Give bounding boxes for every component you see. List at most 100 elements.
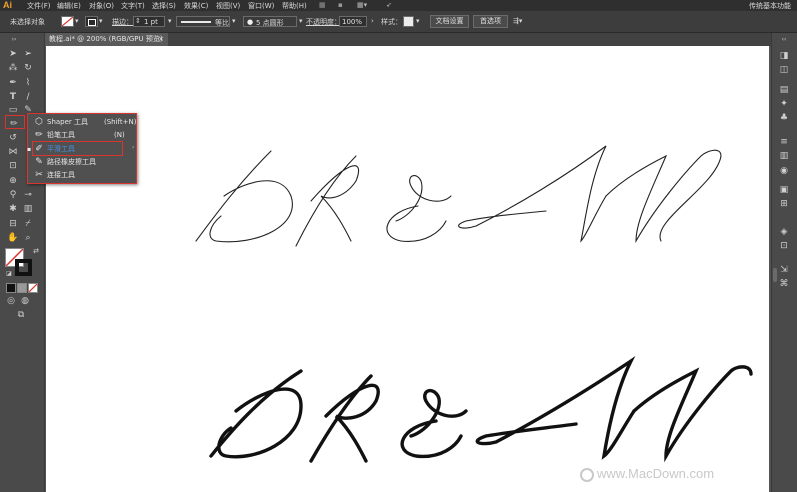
graphic-styles-panel-icon[interactable]: ⊞ — [778, 199, 790, 209]
asset-export-icon[interactable]: ⇲ — [778, 265, 790, 275]
magic-wand-tool-icon[interactable]: ⁂ — [7, 63, 19, 73]
direct-selection-tool-icon[interactable]: ➢ — [22, 49, 34, 59]
line-segment-tool-icon[interactable]: / — [22, 92, 34, 102]
eyedropper-tool-icon[interactable]: ⚲ — [7, 190, 19, 200]
style-swatch[interactable] — [403, 16, 414, 27]
pen-tool-icon[interactable]: ✒ — [7, 78, 19, 88]
curvature-tool-icon[interactable]: ⌇ — [22, 78, 34, 88]
stroke-swatch[interactable] — [85, 16, 98, 27]
artboard-tool-icon[interactable]: ⊟ — [7, 219, 19, 229]
links-panel-icon[interactable]: ⌘ — [778, 279, 790, 289]
default-colors-icon[interactable]: ◪ — [3, 269, 15, 279]
join-icon: ✂ — [35, 170, 43, 180]
style-dropdown-icon[interactable]: ▾ — [416, 17, 420, 25]
fill-dropdown-icon[interactable]: ▾ — [75, 17, 79, 25]
menu-help[interactable]: 帮助(H) — [282, 1, 307, 11]
document-tab[interactable]: 教程.ai* @ 200% (RGB/GPU 预览) × — [45, 33, 168, 46]
shape-builder-tool-icon[interactable]: ⊕ — [7, 176, 19, 186]
swap-colors-icon[interactable]: ⇄ — [30, 246, 42, 256]
rectangle-tool-icon[interactable]: ▭ — [7, 105, 19, 115]
selection-tool-icon[interactable]: ➤ — [7, 49, 19, 59]
opacity-arrow-icon[interactable]: › — [371, 17, 374, 25]
menu-type[interactable]: 文字(T) — [121, 1, 145, 11]
opacity-field[interactable]: 100% — [339, 16, 367, 27]
preferences-button[interactable]: 首选项 — [473, 15, 508, 28]
stroke-panel-icon[interactable]: ≡ — [778, 137, 790, 147]
arrange-icon[interactable]: ⇶▾ — [513, 17, 522, 25]
workspace-switcher[interactable]: 传统基本功能 — [749, 1, 791, 11]
menu-view[interactable]: 视图(V) — [216, 1, 240, 11]
screen-mode-icon[interactable]: ⧉ — [15, 310, 27, 320]
variable-width-profile[interactable]: 等比 — [176, 16, 230, 27]
flyout-item-join[interactable]: ✂ 连接工具 — [28, 169, 136, 182]
gradient-panel-icon[interactable]: ▥ — [778, 151, 790, 161]
color-guide-icon[interactable]: ◫ — [778, 65, 790, 75]
stroke-color-swatch[interactable] — [15, 259, 32, 276]
draw-normal-icon[interactable]: ◎ — [5, 296, 17, 306]
arrange-documents-icon[interactable]: ▦▾ — [357, 1, 367, 9]
path-eraser-icon: ✎ — [35, 157, 43, 167]
dock-collapse-icon[interactable]: ‹‹ — [778, 35, 790, 45]
color-mode-icon[interactable] — [6, 283, 16, 293]
stock-icon[interactable]: ▪ — [338, 1, 343, 9]
scrollbar-thumb[interactable] — [773, 268, 777, 282]
dream-thin-strokes[interactable] — [195, 145, 722, 247]
stroke-label[interactable]: 描边： — [112, 17, 133, 27]
menu-edit[interactable]: 编辑(E) — [57, 1, 81, 11]
opacity-label[interactable]: 不透明度： — [306, 17, 341, 27]
profile-dropdown-icon[interactable]: ▾ — [232, 17, 236, 25]
menu-select[interactable]: 选择(S) — [152, 1, 176, 11]
none-mode-slash-icon — [29, 284, 37, 292]
blend-tool-icon[interactable]: ⊸ — [22, 190, 34, 200]
flyout-item-label: Shaper 工具 — [47, 118, 89, 126]
menu-effect[interactable]: 效果(C) — [184, 1, 208, 11]
rotate-tool-icon[interactable]: ↺ — [7, 133, 19, 143]
stroke-swatch-inner — [88, 19, 96, 26]
dream-bold-strokes[interactable] — [209, 356, 753, 463]
close-tab-icon[interactable]: × — [158, 33, 164, 46]
hand-tool-icon[interactable]: ✋ — [7, 233, 19, 243]
color-panel-icon[interactable]: ◨ — [778, 51, 790, 61]
layers-panel-icon[interactable]: ◈ — [778, 227, 790, 237]
flyout-item-shortcut: (Shift+N) — [104, 118, 137, 126]
lasso-tool-icon[interactable]: ↻ — [22, 63, 34, 73]
brushes-panel-icon[interactable]: ✦ — [778, 99, 790, 109]
flyout-item-shaper[interactable]: ⬡ Shaper 工具 (Shift+N) — [28, 116, 136, 129]
type-tool-icon[interactable]: T — [7, 92, 19, 102]
selection-status: 未选择对象 — [10, 18, 45, 26]
width-tool-icon[interactable]: ⋈ — [7, 147, 19, 157]
panel-collapse-icon[interactable]: ›› — [8, 35, 20, 45]
menu-file[interactable]: 文件(F) — [27, 1, 51, 11]
stroke-weight-field[interactable]: ⇕ 1 pt — [133, 16, 165, 27]
stroke-weight-stepper-icon[interactable]: ⇕ — [135, 17, 141, 25]
stroke-weight-dropdown-icon[interactable]: ▾ — [168, 17, 172, 25]
draw-behind-icon[interactable]: ◍ — [19, 296, 31, 306]
gradient-mode-icon[interactable] — [17, 283, 27, 293]
fill-swatch[interactable] — [61, 16, 74, 27]
tearoff-arrow-icon[interactable]: › — [132, 144, 134, 151]
free-transform-tool-icon[interactable]: ⊡ — [7, 161, 19, 171]
menu-window[interactable]: 窗口(W) — [248, 1, 274, 11]
bridge-icon[interactable]: ▦ — [319, 1, 326, 9]
none-mode-icon[interactable] — [28, 283, 38, 293]
symbol-sprayer-tool-icon[interactable]: ✱ — [7, 204, 19, 214]
swatches-panel-icon[interactable]: ▤ — [778, 85, 790, 95]
document-setup-button[interactable]: 文档设置 — [430, 15, 469, 28]
gpu-rocket-icon[interactable]: ➶ — [386, 1, 392, 9]
symbols-panel-icon[interactable]: ♣ — [778, 113, 790, 123]
brush-value: 5 点圆形 — [256, 19, 284, 27]
brush-definition[interactable]: ● 5 点圆形 — [243, 16, 297, 27]
flyout-item-path-eraser[interactable]: ✎ 路径橡皮擦工具 — [28, 156, 136, 169]
column-graph-tool-icon[interactable]: ▥ — [22, 204, 34, 214]
appearance-panel-icon[interactable]: ▣ — [778, 185, 790, 195]
artboards-panel-icon[interactable]: ⊡ — [778, 241, 790, 251]
canvas-artboard[interactable] — [46, 46, 769, 492]
brush-dropdown-icon[interactable]: ▾ — [299, 17, 303, 25]
menu-object[interactable]: 对象(O) — [89, 1, 114, 11]
transparency-panel-icon[interactable]: ◉ — [778, 166, 790, 176]
smooth-tool-highlight — [32, 141, 123, 156]
zoom-tool-icon[interactable]: ⌕ — [22, 233, 34, 243]
pencil-group-highlight — [5, 115, 25, 129]
stroke-dropdown-icon[interactable]: ▾ — [99, 17, 103, 25]
slice-tool-icon[interactable]: ⌿ — [22, 219, 34, 229]
